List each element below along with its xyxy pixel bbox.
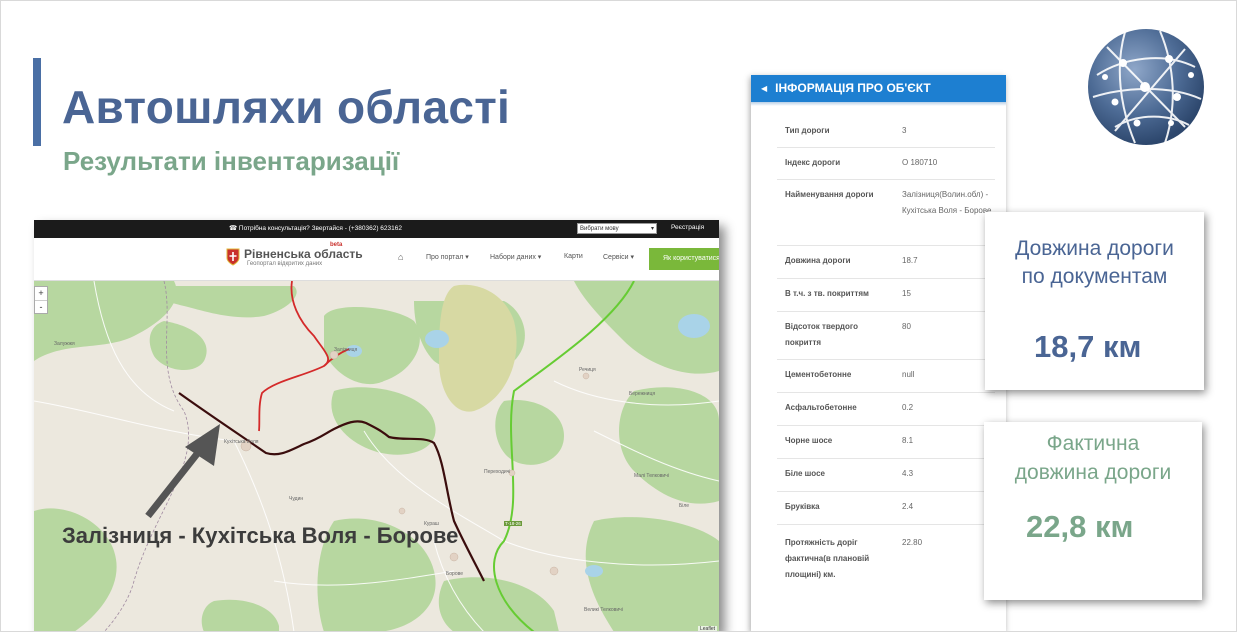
zoom-in-button[interactable]: +: [35, 287, 47, 301]
object-info-panel: ◀ ІНФОРМАЦІЯ ПРО ОБ'ЄКТ Тип дороги 3 Інде…: [751, 75, 1006, 632]
info-row-asphalt-concrete: Асфальтобетонне 0.2: [777, 392, 995, 426]
info-label: Довжина дороги: [785, 256, 851, 265]
site-logo-title[interactable]: Рівненська область: [244, 247, 363, 261]
collapse-chevron-icon[interactable]: ◀: [761, 75, 767, 102]
map-label-perekhodychi: Переходичі: [484, 469, 511, 475]
road-number-badge: Т-18-26: [504, 521, 522, 526]
map-attribution[interactable]: Leaflet: [697, 626, 717, 632]
info-value: 8.1: [902, 436, 914, 445]
consultation-phone-text: ☎ Потрібна консультація? Звертайся - (+3…: [229, 225, 402, 232]
map-label-velyki-telkovychi: Великі Телковичі: [584, 607, 623, 613]
info-label: Асфальтобетонне: [785, 403, 857, 412]
info-label: Тип дороги: [785, 126, 830, 135]
nav-datasets[interactable]: Набори даних ▾: [490, 253, 541, 261]
actual-length-value: 22,8 км: [1026, 509, 1134, 544]
documented-length-line1: Довжина дороги: [1015, 237, 1174, 260]
info-row-cobblestone: Бруківка 2.4: [777, 491, 995, 525]
info-value: 15: [902, 289, 911, 298]
info-row-actual-length: Протяжність доріг фактична(в плановій пл…: [777, 529, 995, 595]
info-panel-title: ІНФОРМАЦІЯ ПРО ОБ'ЄКТ: [775, 81, 931, 95]
map-label-rechyce: Речиця: [579, 367, 596, 373]
title-accent-bar: [33, 58, 41, 146]
map-label-kukhitska-volia: Кухітська Воля: [224, 439, 259, 445]
map-label-zalizn: Залізниця: [334, 347, 358, 353]
language-select[interactable]: Вибрати мову ▾: [577, 223, 657, 234]
coat-of-arms-icon: [226, 248, 240, 266]
info-label: Відсоток твердого покриття: [785, 322, 858, 347]
map-label-zaluzhzhia: Залужжя: [54, 341, 75, 347]
actual-length-callout: Фактична довжина дороги 22,8 км: [984, 422, 1202, 600]
geoportal-screenshot: ☎ Потрібна консультація? Звертайся - (+3…: [34, 220, 719, 632]
info-row-road-length: Довжина дороги 18.7: [777, 245, 995, 279]
info-value: 22.80: [902, 538, 923, 547]
info-value: 4.3: [902, 469, 914, 478]
beta-badge: beta: [330, 242, 343, 248]
info-value: null: [902, 370, 915, 379]
nav-about[interactable]: Про портал ▾: [426, 253, 469, 261]
actual-length-line2: довжина дороги: [1014, 461, 1172, 484]
globe-network-logo-icon: [1088, 29, 1204, 145]
info-label: Чорне шосе: [785, 436, 833, 445]
actual-length-line1: Фактична: [1046, 432, 1140, 455]
info-value: 2.4: [902, 502, 914, 511]
slide-subtitle: Результати інвентаризації: [63, 146, 400, 176]
info-value: 18.7: [902, 256, 918, 265]
info-row-white-highway: Біле шосе 4.3: [777, 458, 995, 492]
info-value: Залізниця(Волин.обл) - Кухітська Воля - …: [902, 190, 992, 215]
site-top-bar: ☎ Потрібна консультація? Звертайся - (+3…: [34, 220, 719, 238]
map-canvas: [34, 281, 719, 632]
language-select-value: Вибрати мову: [580, 226, 619, 232]
map-label-chudyn: Чудин: [289, 496, 304, 502]
info-header-shade: [751, 102, 1006, 106]
dropdown-arrow-icon: ▾: [650, 226, 654, 232]
info-value: О 180710: [902, 158, 938, 167]
info-label: Найменування дороги: [785, 190, 874, 199]
info-row-paved-length: В т.ч. з тв. покриттям 15: [777, 278, 995, 312]
info-label: В т.ч. з тв. покриттям: [785, 289, 869, 298]
nav-maps[interactable]: Карти: [564, 253, 583, 260]
documented-length-callout: Довжина дороги по документам 18,7 км: [985, 212, 1204, 390]
map-label-mali-telkovychi: Малі Телковичі: [634, 473, 669, 479]
info-value: 80: [902, 322, 911, 331]
map-label-borove: Борове: [446, 571, 464, 577]
info-row-road-name: Найменування дороги Залізниця(Волин.обл)…: [777, 179, 995, 246]
how-to-use-button[interactable]: Як користуватися: [649, 248, 719, 270]
map-zoom-control: + -: [34, 286, 48, 314]
info-value: 3: [902, 126, 907, 135]
info-label: Бруківка: [785, 502, 820, 511]
site-nav-bar: Рівненська область beta Геопортал відкри…: [34, 238, 719, 281]
documented-length-value: 18,7 км: [1034, 329, 1142, 364]
home-icon[interactable]: ⌂: [398, 252, 403, 262]
slide-title: Автошляхи області: [62, 81, 511, 133]
info-label: Протяжність доріг фактична(в плановій пл…: [785, 538, 870, 579]
register-link[interactable]: Реєстрація: [671, 224, 704, 231]
info-row-paved-percent: Відсоток твердого покриття 80: [777, 311, 995, 360]
info-panel-header[interactable]: ◀ ІНФОРМАЦІЯ ПРО ОБ'ЄКТ: [751, 75, 1006, 102]
nav-services[interactable]: Сервіси ▾: [603, 253, 634, 261]
info-label: Біле шосе: [785, 469, 825, 478]
info-row-black-highway: Чорне шосе 8.1: [777, 425, 995, 459]
info-label: Індекс дороги: [785, 158, 841, 167]
documented-length-line2: по документам: [1021, 265, 1168, 288]
info-row-road-type: Тип дороги 3: [777, 115, 995, 148]
forest-areas: [34, 281, 719, 632]
map-view[interactable]: Кухітська Воля Залізниця Речиця Борове Б…: [34, 281, 719, 632]
info-label: Цементобетонне: [785, 370, 852, 379]
map-label-berezhnytsia: Бережниця: [629, 391, 656, 397]
slide: Автошляхи області Результати інвентариза…: [0, 0, 1237, 632]
site-logo-subtitle: Геопортал відкритих даних: [247, 261, 323, 267]
zoom-out-button[interactable]: -: [35, 301, 47, 314]
info-value: 0.2: [902, 403, 914, 412]
info-row-road-index: Індекс дороги О 180710: [777, 147, 995, 180]
road-name-caption: Залізниця - Кухітська Воля - Борове: [62, 523, 459, 548]
map-label-bile: Біле: [679, 503, 690, 509]
info-row-cement-concrete: Цементобетонне null: [777, 359, 995, 393]
